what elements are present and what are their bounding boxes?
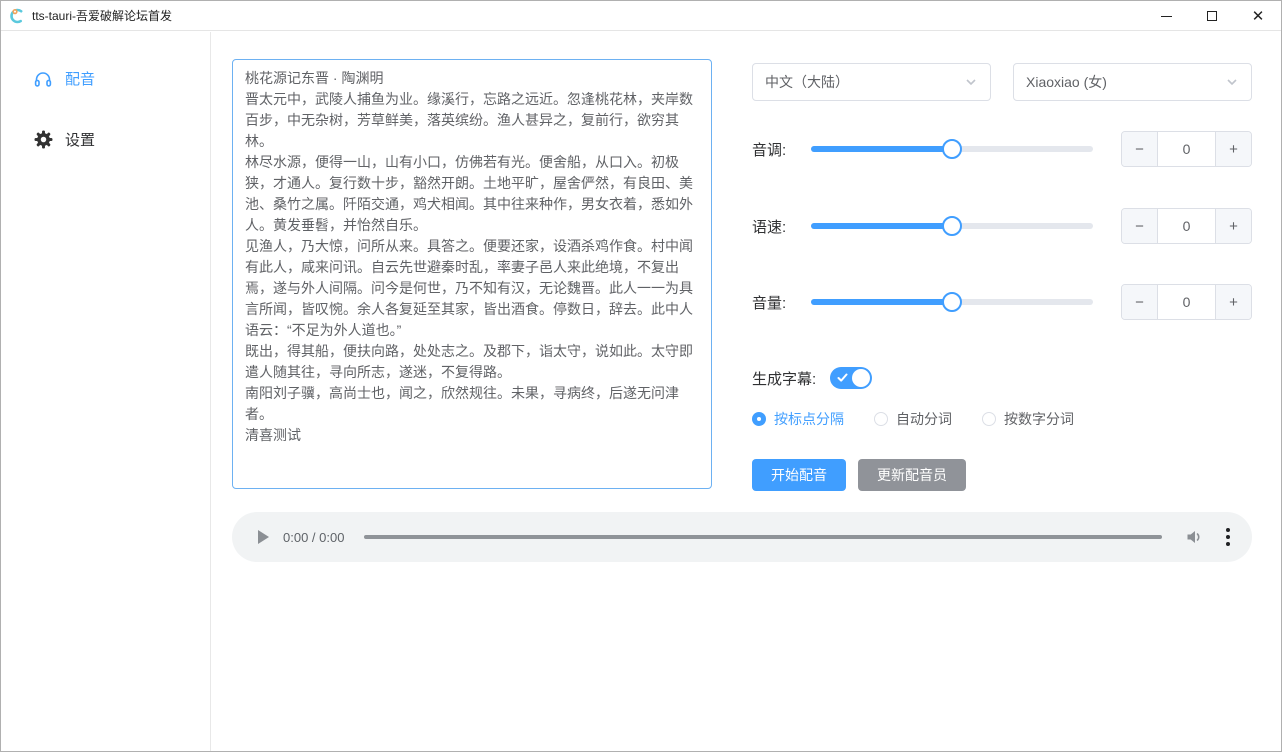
- pitch-stepper: − 0 +: [1121, 131, 1252, 167]
- app-logo-icon: [9, 7, 26, 24]
- speed-slider[interactable]: [811, 216, 1093, 236]
- pitch-slider-handle[interactable]: [942, 139, 962, 159]
- check-icon: [837, 372, 848, 383]
- radio-auto-segmentation[interactable]: 自动分词: [874, 409, 952, 429]
- close-icon: ✕: [1252, 9, 1265, 24]
- headphones-icon: [33, 69, 53, 89]
- speaker-select-value: Xiaoxiao (女): [1026, 72, 1225, 92]
- pitch-value[interactable]: 0: [1158, 132, 1215, 166]
- play-button[interactable]: [258, 530, 269, 544]
- chevron-down-icon: [964, 75, 978, 89]
- volume-stepper: − 0 +: [1121, 284, 1252, 320]
- seek-bar[interactable]: [364, 535, 1162, 539]
- radio-icon: [752, 412, 766, 426]
- speed-slider-handle[interactable]: [942, 216, 962, 236]
- radio-icon: [874, 412, 888, 426]
- subtitle-toggle[interactable]: [830, 367, 872, 389]
- slider-fill: [811, 146, 952, 152]
- app-window: tts-tauri-吾爱破解论坛首发 ✕ 配音: [0, 0, 1282, 752]
- update-voices-button[interactable]: 更新配音员: [858, 459, 966, 491]
- player-menu-button[interactable]: [1222, 524, 1234, 550]
- sidebar-item-label: 配音: [65, 68, 95, 89]
- pitch-increase-button[interactable]: +: [1215, 132, 1251, 166]
- radio-label: 按标点分隔: [774, 409, 844, 429]
- sidebar-item-settings[interactable]: 设置: [1, 121, 210, 158]
- maximize-icon: [1207, 11, 1217, 21]
- gear-icon: [33, 130, 53, 150]
- radio-icon: [982, 412, 996, 426]
- minimize-icon: [1161, 16, 1172, 17]
- sidebar-item-voice[interactable]: 配音: [1, 60, 210, 97]
- radio-label: 按数字分词: [1004, 409, 1074, 429]
- speed-stepper: − 0 +: [1121, 208, 1252, 244]
- subtitle-toggle-label: 生成字幕:: [752, 368, 816, 389]
- pitch-label: 音调:: [752, 139, 798, 160]
- language-select-value: 中文（大陆）: [765, 72, 964, 92]
- start-dubbing-button[interactable]: 开始配音: [752, 459, 846, 491]
- sidebar-item-label: 设置: [65, 129, 95, 150]
- radio-number-segmentation[interactable]: 按数字分词: [982, 409, 1074, 429]
- radio-label: 自动分词: [896, 409, 952, 429]
- volume-slider[interactable]: [811, 292, 1093, 312]
- title-bar: tts-tauri-吾爱破解论坛首发 ✕: [1, 1, 1281, 31]
- maximize-button[interactable]: [1189, 1, 1235, 31]
- sidebar: 配音 设置: [1, 32, 211, 751]
- speed-value[interactable]: 0: [1158, 209, 1215, 243]
- volume-decrease-button[interactable]: −: [1122, 285, 1158, 319]
- tts-text-input[interactable]: 桃花源记东晋 · 陶渊明 晋太元中，武陵人捕鱼为业。缘溪行，忘路之远近。忽逢桃花…: [232, 59, 712, 489]
- audio-player: 0:00 / 0:00: [232, 512, 1252, 562]
- volume-value[interactable]: 0: [1158, 285, 1215, 319]
- speed-increase-button[interactable]: +: [1215, 209, 1251, 243]
- volume-icon[interactable]: [1184, 527, 1204, 547]
- playback-time: 0:00 / 0:00: [283, 530, 344, 545]
- radio-punctuation-split[interactable]: 按标点分隔: [752, 409, 844, 429]
- volume-increase-button[interactable]: +: [1215, 285, 1251, 319]
- window-controls: ✕: [1143, 1, 1281, 31]
- speed-label: 语速:: [752, 216, 798, 237]
- slider-fill: [811, 299, 952, 305]
- minimize-button[interactable]: [1143, 1, 1189, 31]
- segmentation-radio-group: 按标点分隔 自动分词 按数字分词: [752, 409, 1074, 429]
- pitch-decrease-button[interactable]: −: [1122, 132, 1158, 166]
- toggle-knob: [852, 369, 870, 387]
- volume-slider-handle[interactable]: [942, 292, 962, 312]
- speaker-select[interactable]: Xiaoxiao (女): [1013, 63, 1252, 101]
- chevron-down-icon: [1225, 75, 1239, 89]
- volume-label: 音量:: [752, 292, 798, 313]
- close-button[interactable]: ✕: [1235, 1, 1281, 31]
- speed-decrease-button[interactable]: −: [1122, 209, 1158, 243]
- window-title: tts-tauri-吾爱破解论坛首发: [32, 7, 172, 24]
- pitch-slider[interactable]: [811, 139, 1093, 159]
- language-select[interactable]: 中文（大陆）: [752, 63, 991, 101]
- slider-fill: [811, 223, 952, 229]
